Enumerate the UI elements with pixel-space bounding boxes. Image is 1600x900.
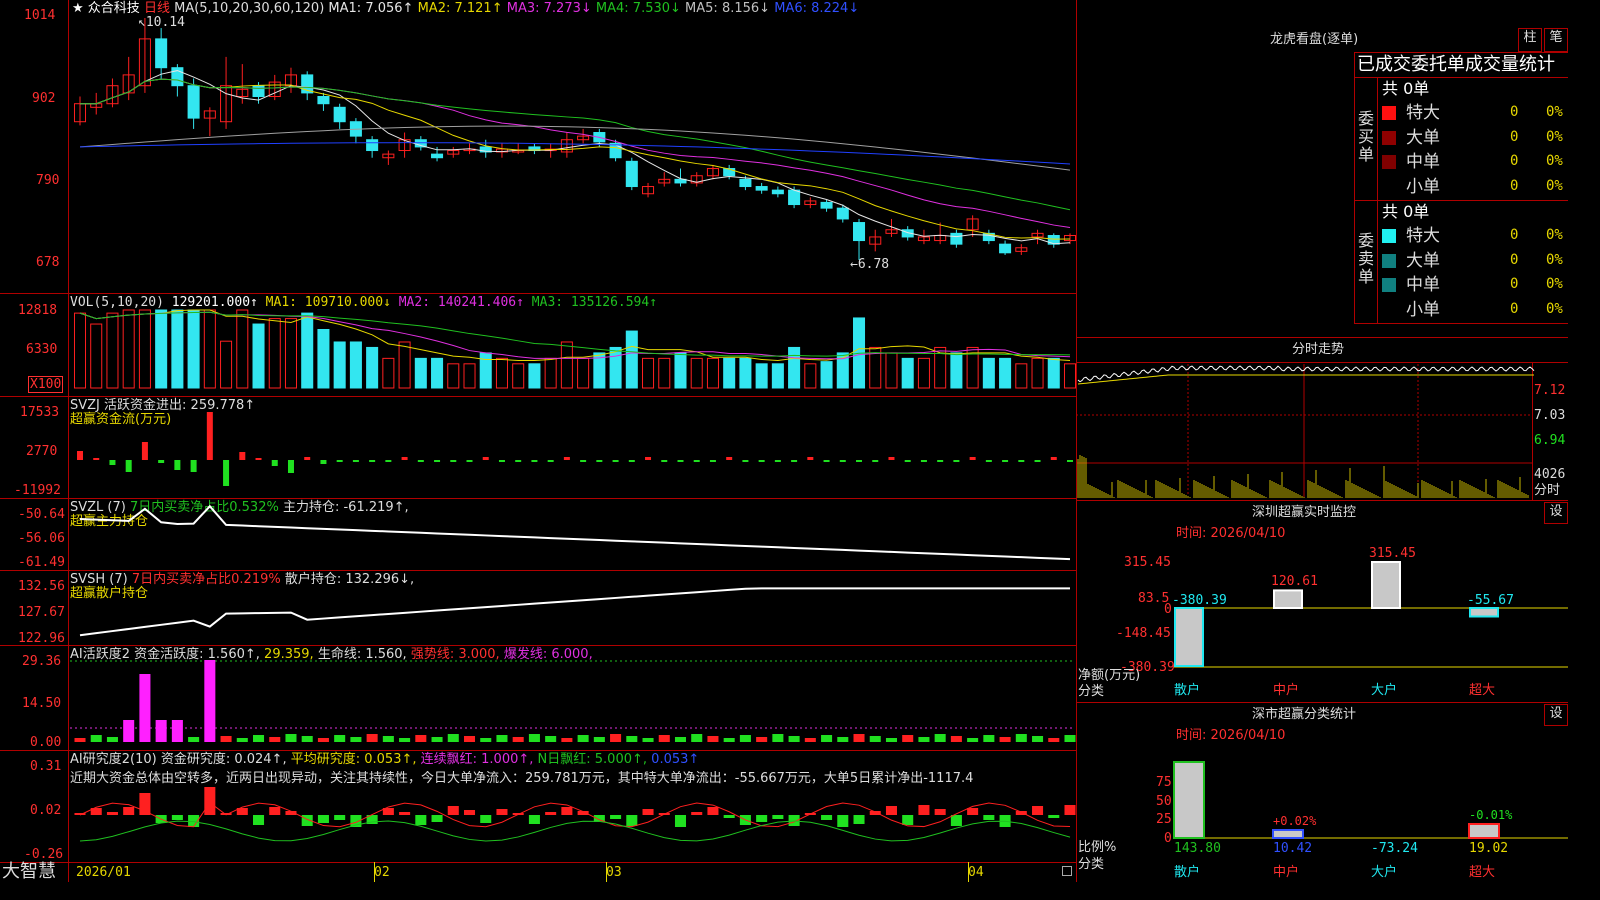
classify-category: 散户 <box>1174 865 1201 880</box>
classify-bar <box>1173 761 1205 839</box>
classify-bar-pct: -0.01% <box>1469 808 1513 822</box>
classify-category: 超大 <box>1469 865 1496 880</box>
classify-chart <box>1173 761 1568 839</box>
classify-bar-value: 10.42 <box>1273 841 1313 856</box>
classify-bar <box>1272 829 1304 839</box>
classify-bar <box>1468 823 1500 839</box>
classify-bar-value: 143.80 <box>1174 841 1221 856</box>
classify-category: 大户 <box>1371 865 1398 880</box>
classify-category: 中户 <box>1273 865 1300 880</box>
classify-bar-value: -73.24 <box>1371 841 1418 856</box>
classify-bar-value: 19.02 <box>1469 841 1509 856</box>
classify-bar-pct: +0.02% <box>1273 814 1317 828</box>
